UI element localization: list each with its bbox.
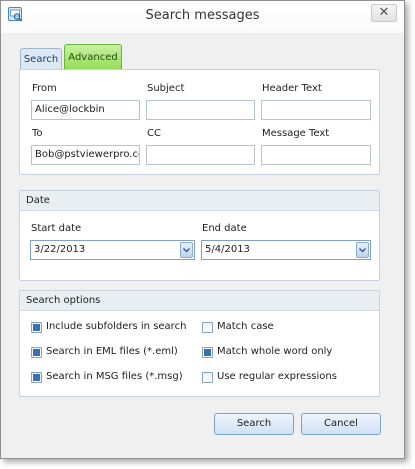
- search-eml-label: Search in EML files (*.eml): [46, 346, 178, 357]
- search-options-title: Search options: [20, 291, 379, 311]
- regex-label: Use regular expressions: [217, 371, 337, 382]
- tab-advanced[interactable]: Advanced: [64, 44, 122, 71]
- chevron-down-icon[interactable]: [180, 242, 193, 258]
- start-date-picker[interactable]: 3/22/2013: [30, 240, 195, 260]
- close-button[interactable]: ✕: [371, 4, 397, 22]
- to-field[interactable]: Bob@pstviewerpro.com: [31, 145, 140, 165]
- from-field[interactable]: Alice@lockbin: [31, 100, 140, 120]
- date-group: Date Start date 3/22/2013 End date 5/4/2…: [19, 190, 380, 281]
- window-title: Search messages: [145, 8, 260, 23]
- to-label: To: [32, 128, 43, 139]
- match-case-label: Match case: [217, 321, 274, 332]
- cc-label: CC: [147, 128, 161, 139]
- search-msg-checkbox[interactable]: [31, 372, 42, 383]
- chevron-down-icon[interactable]: [356, 242, 369, 258]
- cancel-button[interactable]: Cancel: [301, 413, 381, 435]
- search-msg-label: Search in MSG files (*.msg): [46, 371, 183, 382]
- date-section-title: Date: [20, 191, 379, 211]
- end-date-label: End date: [202, 223, 247, 234]
- subject-label: Subject: [147, 83, 185, 94]
- subject-field[interactable]: [146, 100, 255, 120]
- end-date-value: 5/4/2013: [205, 244, 250, 255]
- match-case-checkbox[interactable]: [202, 322, 213, 333]
- include-subfolders-label: Include subfolders in search: [46, 321, 187, 332]
- match-whole-word-checkbox[interactable]: [202, 347, 213, 358]
- start-date-value: 3/22/2013: [34, 244, 86, 255]
- tab-search[interactable]: Search: [20, 48, 62, 71]
- search-messages-dialog: Search messages ✕ Search Advanced From A…: [0, 0, 405, 459]
- search-options-group: Search options Include subfolders in sea…: [19, 290, 380, 397]
- header-text-label: Header Text: [262, 83, 322, 94]
- title-bar[interactable]: Search messages ✕: [1, 1, 404, 33]
- from-label: From: [32, 83, 57, 94]
- include-subfolders-checkbox[interactable]: [31, 322, 42, 333]
- close-icon: ✕: [378, 5, 390, 20]
- search-button[interactable]: Search: [214, 413, 294, 435]
- cc-field[interactable]: [146, 145, 255, 165]
- search-eml-checkbox[interactable]: [31, 347, 42, 358]
- end-date-picker[interactable]: 5/4/2013: [201, 240, 371, 260]
- header-text-field[interactable]: [261, 100, 371, 120]
- message-text-label: Message Text: [262, 128, 330, 139]
- message-text-field[interactable]: [261, 145, 371, 165]
- advanced-tab-panel: From Alice@lockbin Subject Header Text T…: [19, 69, 380, 175]
- regex-checkbox[interactable]: [202, 372, 213, 383]
- match-whole-word-label: Match whole word only: [217, 346, 333, 357]
- start-date-label: Start date: [31, 223, 82, 234]
